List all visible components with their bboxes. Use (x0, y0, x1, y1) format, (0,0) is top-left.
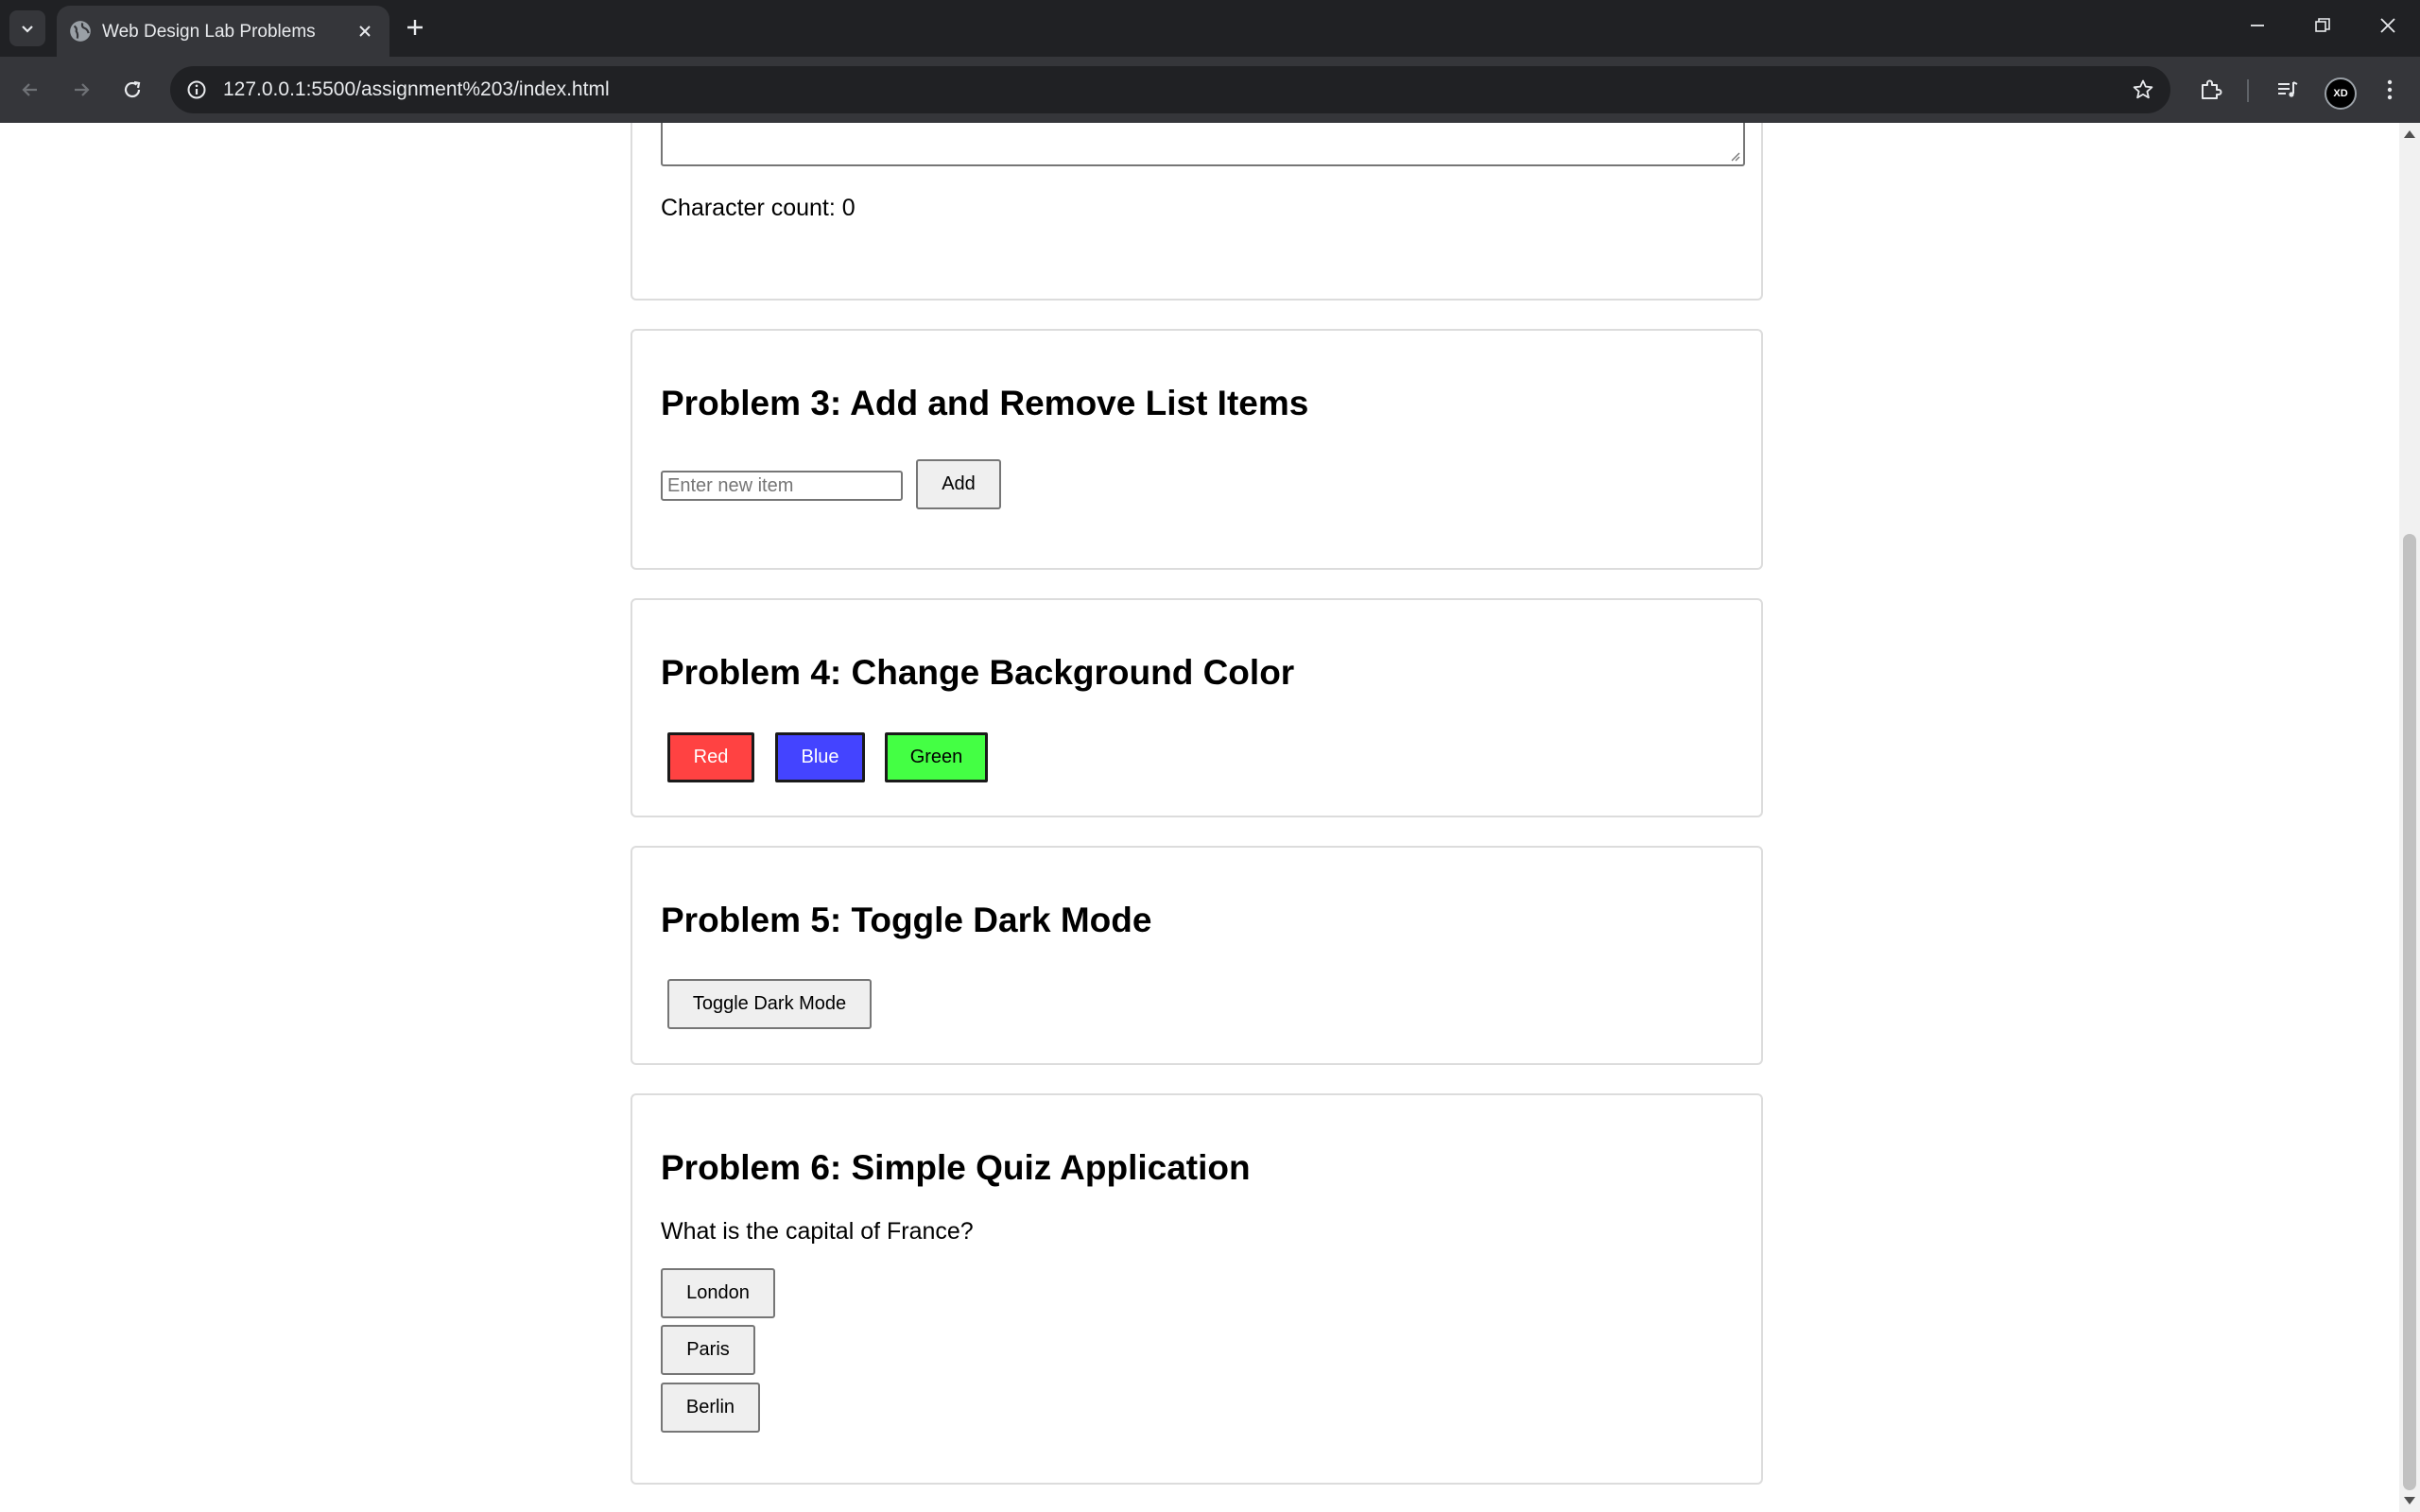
close-icon (2380, 18, 2395, 33)
green-color-button[interactable]: Green (885, 732, 988, 782)
arrow-left-icon (22, 83, 37, 96)
tab-close-button[interactable] (354, 20, 376, 43)
problem-4-section: Problem 4: Change Background Color Red B… (631, 598, 1763, 817)
quiz-option-london[interactable]: London (661, 1268, 775, 1318)
restore-icon (2315, 18, 2330, 32)
blue-color-button[interactable]: Blue (775, 732, 865, 782)
menu-button[interactable] (2373, 73, 2407, 107)
plus-icon (407, 20, 423, 35)
problem-6-section: Problem 6: Simple Quiz Application What … (631, 1093, 1763, 1485)
problem-3-section: Problem 3: Add and Remove List Items Add (631, 329, 1763, 570)
forward-button[interactable] (64, 73, 98, 107)
problem-5-section: Problem 5: Toggle Dark Mode Toggle Dark … (631, 846, 1763, 1065)
url-text[interactable]: 127.0.0.1:5500/assignment%203/index.html (223, 78, 610, 101)
minimize-icon (2251, 25, 2264, 26)
profile-avatar[interactable]: XD (2325, 77, 2357, 110)
resize-grip-icon[interactable] (1729, 150, 1740, 162)
arrow-right-icon (75, 83, 90, 96)
active-tab[interactable]: Web Design Lab Problems (57, 6, 389, 57)
browser-toolbar: 127.0.0.1:5500/assignment%203/index.html (0, 57, 2420, 123)
reload-button[interactable] (115, 73, 149, 107)
add-item-button[interactable]: Add (916, 459, 1001, 509)
quiz-option-berlin[interactable]: Berlin (661, 1383, 760, 1433)
globe-icon (70, 21, 91, 42)
tab-title: Web Design Lab Problems (102, 22, 316, 42)
media-control-button[interactable] (2271, 73, 2305, 107)
red-color-button[interactable]: Red (667, 732, 754, 782)
back-button[interactable] (13, 73, 47, 107)
star-icon (2133, 79, 2153, 99)
quiz-question: What is the capital of France? (661, 1218, 974, 1245)
toggle-dark-mode-button[interactable]: Toggle Dark Mode (667, 979, 872, 1029)
section-title: Problem 5: Toggle Dark Mode (661, 901, 1152, 939)
extensions-button[interactable] (2194, 73, 2228, 107)
toolbar-divider (2247, 79, 2249, 102)
quiz-option-paris[interactable]: Paris (661, 1325, 755, 1375)
close-window-button[interactable] (2374, 11, 2402, 40)
close-icon (359, 26, 371, 37)
character-count: Character count: 0 (661, 195, 856, 221)
tab-strip: Web Design Lab Problems (0, 0, 2420, 57)
restore-button[interactable] (2308, 11, 2337, 40)
scroll-down-arrow[interactable] (2404, 1497, 2415, 1504)
address-bar[interactable]: 127.0.0.1:5500/assignment%203/index.html (170, 66, 2170, 113)
vertical-scrollbar[interactable] (2399, 123, 2420, 1512)
new-tab-button[interactable] (401, 13, 429, 42)
scroll-up-arrow[interactable] (2404, 130, 2415, 138)
more-vertical-icon (2387, 79, 2393, 100)
scroll-thumb[interactable] (2403, 534, 2416, 1490)
info-icon (187, 80, 206, 99)
text-input-area[interactable] (661, 123, 1745, 166)
section-title: Problem 4: Change Background Color (661, 653, 1295, 692)
playlist-icon (2278, 81, 2298, 97)
section-title: Problem 3: Add and Remove List Items (661, 384, 1309, 422)
new-item-input[interactable] (661, 471, 903, 501)
tab-search-dropdown[interactable] (9, 10, 45, 46)
chevron-down-icon (22, 26, 33, 33)
reload-icon (124, 80, 141, 98)
section-title: Problem 6: Simple Quiz Application (661, 1148, 1251, 1187)
minimize-button[interactable] (2243, 11, 2272, 40)
puzzle-icon (2202, 79, 2222, 99)
page-viewport: Character count: 0 Problem 3: Add and Re… (0, 123, 2399, 1512)
bookmark-button[interactable] (2129, 76, 2157, 104)
site-info-button[interactable] (183, 77, 210, 103)
problem-2-section: Character count: 0 (631, 123, 1763, 301)
